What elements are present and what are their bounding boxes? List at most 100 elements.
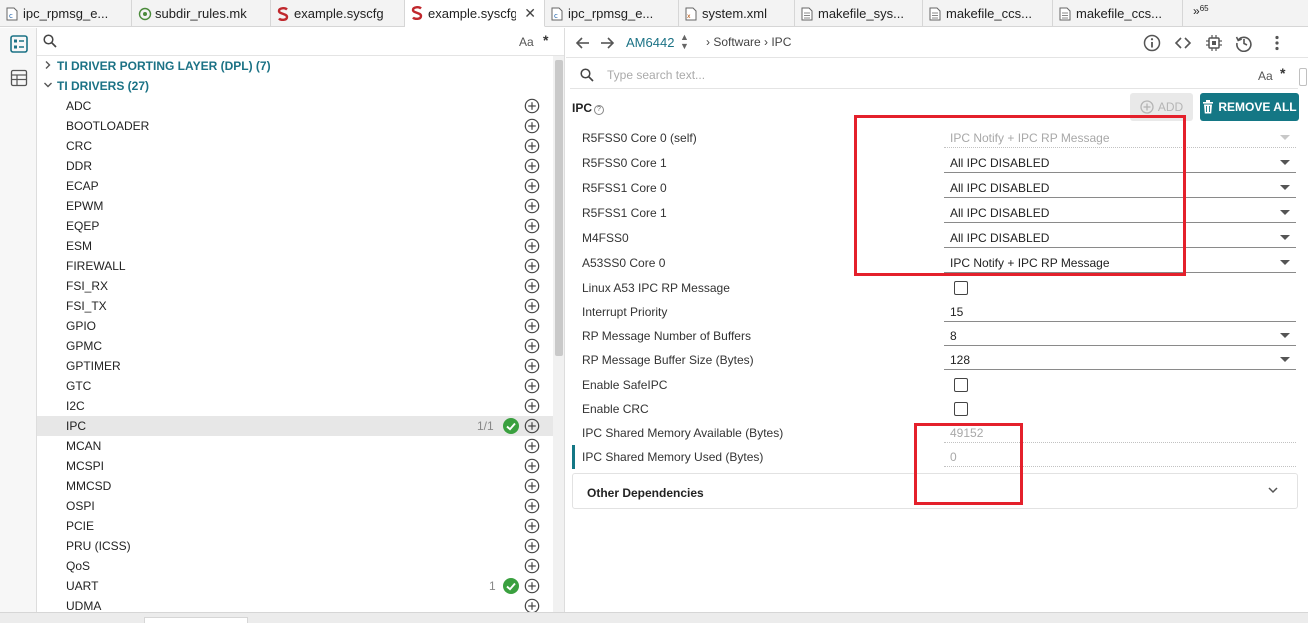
bottom-tab[interactable]: [144, 617, 248, 623]
tree-item-adc[interactable]: ADC: [37, 96, 553, 116]
tree-item-gtc[interactable]: GTC: [37, 376, 553, 396]
tree-item-ddr[interactable]: DDR: [37, 156, 553, 176]
property-checkbox[interactable]: [954, 402, 968, 416]
editor-tab[interactable]: c ipc_rpmsg_e...: [545, 0, 679, 27]
tree-item-epwm[interactable]: EPWM: [37, 196, 553, 216]
tree-item-bootloader[interactable]: BOOTLOADER: [37, 116, 553, 136]
right-scrollbar-thumb[interactable]: [1299, 68, 1307, 86]
tree-item-qos[interactable]: QoS: [37, 556, 553, 576]
tree-item-i2c[interactable]: I2C: [37, 396, 553, 416]
tree-item-firewall[interactable]: FIREWALL: [37, 256, 553, 276]
property-select[interactable]: All IPC DISABLED: [944, 176, 1296, 198]
regex-toggle[interactable]: *: [1280, 65, 1285, 81]
property-select[interactable]: 128: [944, 348, 1296, 370]
tree-category[interactable]: TI DRIVERS (27): [37, 76, 149, 96]
editor-tab[interactable]: c ipc_rpmsg_e...: [0, 0, 132, 27]
add-instance-icon[interactable]: [524, 338, 540, 354]
search-input[interactable]: Type search text...: [607, 68, 705, 82]
editor-tab[interactable]: example.syscfg: [271, 0, 405, 27]
chevron-right-icon[interactable]: [39, 60, 57, 73]
tree-item-gptimer[interactable]: GPTIMER: [37, 356, 553, 376]
add-instance-icon[interactable]: [524, 158, 540, 174]
chevron-down-icon[interactable]: [1267, 484, 1279, 499]
add-instance-icon[interactable]: [524, 138, 540, 154]
dropdown-caret-icon[interactable]: [1280, 160, 1290, 165]
add-instance-icon[interactable]: [524, 438, 540, 454]
tree-item-gpmc[interactable]: GPMC: [37, 336, 553, 356]
tree-item-fsi-tx[interactable]: FSI_TX: [37, 296, 553, 316]
editor-tab[interactable]: x system.xml: [679, 0, 795, 27]
tree-item-ipc[interactable]: IPC 1/1: [37, 416, 553, 436]
add-instance-icon[interactable]: [524, 578, 540, 594]
editor-tab[interactable]: makefile_sys...: [795, 0, 923, 27]
tree-item-uart[interactable]: UART 1: [37, 576, 553, 596]
add-instance-icon[interactable]: [524, 258, 540, 274]
property-select[interactable]: All IPC DISABLED: [944, 151, 1296, 173]
tree-item-ecap[interactable]: ECAP: [37, 176, 553, 196]
tree-item-gpio[interactable]: GPIO: [37, 316, 553, 336]
tree-item-udma[interactable]: UDMA: [37, 596, 553, 612]
regex-toggle[interactable]: *: [543, 32, 548, 48]
add-instance-icon[interactable]: [524, 378, 540, 394]
property-select[interactable]: 8: [944, 324, 1296, 346]
add-instance-icon[interactable]: [524, 358, 540, 374]
chevron-down-icon[interactable]: [39, 80, 57, 93]
match-case-toggle[interactable]: Aa: [1258, 69, 1273, 83]
tree-search-bar[interactable]: Aa *: [37, 28, 564, 56]
tree-scrollbar[interactable]: [553, 56, 564, 612]
tree-item-pcie[interactable]: PCIE: [37, 516, 553, 536]
tree-item-esm[interactable]: ESM: [37, 236, 553, 256]
add-instance-icon[interactable]: [524, 98, 540, 114]
add-instance-icon[interactable]: [524, 318, 540, 334]
add-instance-icon[interactable]: [524, 538, 540, 554]
dropdown-caret-icon[interactable]: [1280, 235, 1290, 240]
remove-all-button[interactable]: REMOVE ALL: [1200, 93, 1299, 121]
add-instance-icon[interactable]: [524, 278, 540, 294]
tree-item-mmcsd[interactable]: MMCSD: [37, 476, 553, 496]
forward-arrow-icon[interactable]: [598, 34, 616, 52]
add-instance-icon[interactable]: [524, 558, 540, 574]
add-instance-icon[interactable]: [524, 518, 540, 534]
property-select[interactable]: All IPC DISABLED: [944, 226, 1296, 248]
code-icon[interactable]: [1174, 34, 1192, 52]
editor-tab[interactable]: makefile_ccs...: [1053, 0, 1183, 27]
tree-item-eqep[interactable]: EQEP: [37, 216, 553, 236]
dropdown-caret-icon[interactable]: [1280, 185, 1290, 190]
help-icon[interactable]: ?: [594, 105, 604, 115]
info-icon[interactable]: [1143, 34, 1161, 52]
add-instance-icon[interactable]: [524, 118, 540, 134]
dropdown-caret-icon[interactable]: [1280, 357, 1290, 362]
editor-tab[interactable]: makefile_ccs...: [923, 0, 1053, 27]
dropdown-caret-icon[interactable]: [1280, 260, 1290, 265]
add-instance-icon[interactable]: [524, 298, 540, 314]
property-select[interactable]: IPC Notify + IPC RP Message: [944, 251, 1296, 273]
add-instance-icon[interactable]: [524, 398, 540, 414]
tabs-overflow-button[interactable]: » 65: [1183, 0, 1209, 27]
outline-view-icon[interactable]: [9, 34, 29, 54]
right-scrollbar[interactable]: [1298, 64, 1308, 612]
add-instance-icon[interactable]: [524, 598, 540, 612]
device-up-down-icon[interactable]: ▲ ▼: [680, 33, 689, 51]
property-filter-bar[interactable]: Type search text... Aa *: [570, 59, 1298, 89]
tree-scrollbar-thumb[interactable]: [555, 60, 563, 356]
property-input[interactable]: 15: [944, 300, 1296, 322]
dropdown-caret-icon[interactable]: [1280, 333, 1290, 338]
back-arrow-icon[interactable]: [574, 34, 592, 52]
editor-tab[interactable]: example.syscfg ✕: [405, 0, 545, 27]
tree-item-mcspi[interactable]: MCSPI: [37, 456, 553, 476]
tree-item-pru-icss[interactable]: PRU (ICSS): [37, 536, 553, 556]
property-checkbox[interactable]: [954, 281, 968, 295]
add-instance-icon[interactable]: [524, 178, 540, 194]
property-select[interactable]: All IPC DISABLED: [944, 201, 1296, 223]
add-instance-icon[interactable]: [524, 418, 540, 434]
history-icon[interactable]: [1235, 34, 1253, 52]
tree-item-ospi[interactable]: OSPI: [37, 496, 553, 516]
add-instance-icon[interactable]: [524, 458, 540, 474]
tree-item-mcan[interactable]: MCAN: [37, 436, 553, 456]
add-instance-icon[interactable]: [524, 218, 540, 234]
tree-item-crc[interactable]: CRC: [37, 136, 553, 156]
device-selector[interactable]: AM6442: [626, 35, 674, 50]
add-instance-icon[interactable]: [524, 198, 540, 214]
add-instance-icon[interactable]: [524, 238, 540, 254]
other-dependencies-section[interactable]: Other Dependencies: [572, 473, 1298, 509]
